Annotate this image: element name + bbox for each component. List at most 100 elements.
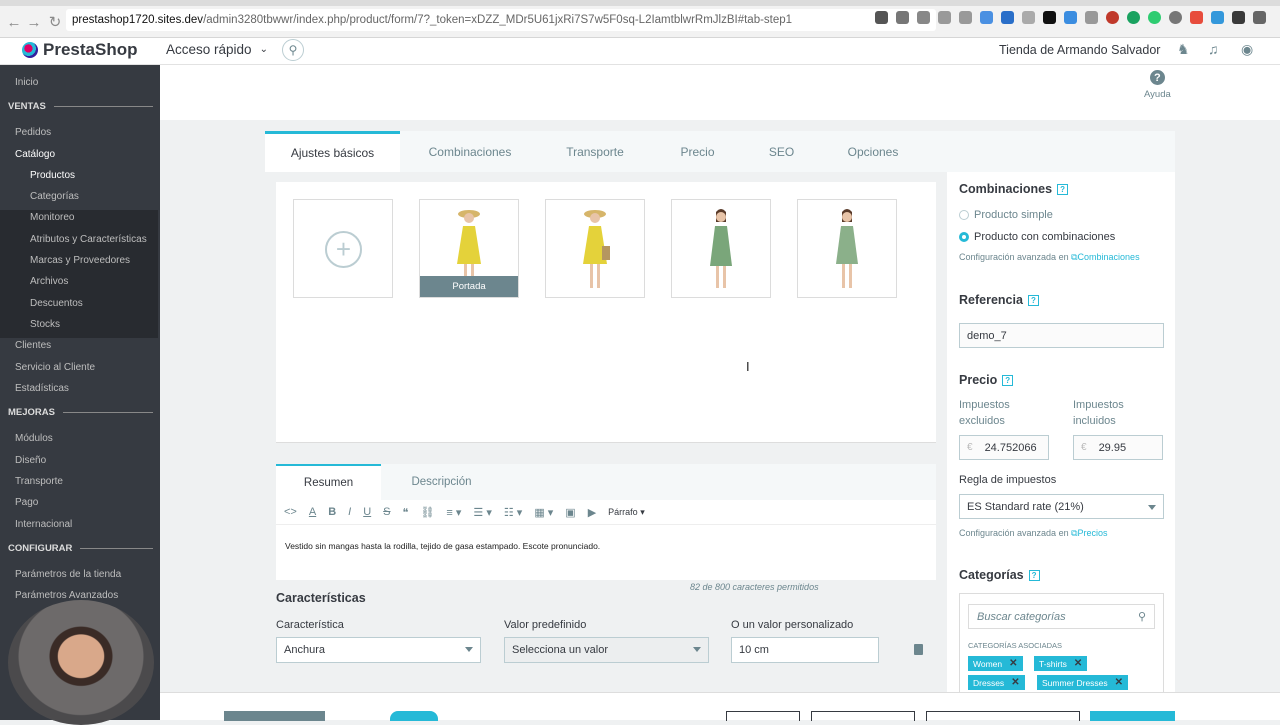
cast-icon[interactable] xyxy=(938,11,951,24)
extension-icon[interactable] xyxy=(1085,11,1098,24)
tab-options[interactable]: Opciones xyxy=(818,131,928,172)
category-chip[interactable]: T-shirts ✕ xyxy=(1034,656,1088,671)
extension-icon[interactable] xyxy=(959,11,972,24)
code-icon[interactable]: <> xyxy=(284,506,297,518)
tab-shipping[interactable]: Transporte xyxy=(540,131,650,172)
sidebar-item-attributes[interactable]: Atributos y Características xyxy=(30,234,147,245)
eye-icon[interactable] xyxy=(1043,11,1056,24)
tab-description[interactable]: Descripción xyxy=(389,464,494,500)
help-icon[interactable]: ? xyxy=(1027,294,1039,306)
orders-icon[interactable]: ♞ xyxy=(1177,41,1190,58)
tax-rule-select[interactable]: ES Standard rate (21%) xyxy=(959,494,1164,519)
sidebar-item-orders[interactable]: Pedidos xyxy=(15,127,51,138)
align-icon[interactable]: ≡ ▾ xyxy=(446,506,461,519)
sidebar-item-shipping[interactable]: Transporte xyxy=(15,476,63,487)
sidebar-item-customer-service[interactable]: Servicio al Cliente xyxy=(15,362,95,373)
paragraph-format-select[interactable]: Párrafo ▾ xyxy=(608,507,645,518)
back-icon[interactable]: ← xyxy=(3,11,25,33)
radio-with-combinations[interactable]: Producto con combinaciones xyxy=(959,231,1115,243)
quick-access-menu[interactable]: Acceso rápido ⌄ xyxy=(166,42,268,57)
bullet-list-icon[interactable]: ☰ ▾ xyxy=(473,506,491,519)
price-excl-input[interactable]: €24.752066 xyxy=(959,435,1049,460)
sidebar-item-products[interactable]: Productos xyxy=(30,170,75,181)
combinations-link[interactable]: Combinaciones xyxy=(1078,252,1140,262)
trash-icon[interactable] xyxy=(914,644,923,655)
quote-icon[interactable]: ❝ xyxy=(403,506,409,519)
radio-simple-product[interactable]: Producto simple xyxy=(959,209,1053,221)
sidebar-item-files[interactable]: Archivos xyxy=(30,276,68,287)
user-icon[interactable]: ◉ xyxy=(1241,41,1253,58)
sidebar-item-discounts[interactable]: Descuentos xyxy=(30,298,83,309)
extension-icon[interactable] xyxy=(1001,11,1014,24)
bell-icon[interactable]: ♫ xyxy=(1208,41,1219,57)
price-incl-input[interactable]: €29.95 xyxy=(1073,435,1163,460)
underline-icon[interactable]: U xyxy=(363,506,371,518)
image-icon[interactable]: ▣ xyxy=(565,506,575,519)
pin-icon[interactable] xyxy=(896,11,909,24)
sidebar-item-customers[interactable]: Clientes xyxy=(15,340,51,351)
sidebar-item-modules[interactable]: Módulos xyxy=(15,433,53,444)
extension-icon[interactable] xyxy=(1022,11,1035,24)
camera-icon[interactable] xyxy=(875,11,888,24)
extension-icon[interactable] xyxy=(1148,11,1161,24)
bold-icon[interactable]: B xyxy=(328,506,336,518)
sidebar-item-categories[interactable]: Categorías xyxy=(30,191,79,202)
reference-input[interactable]: demo_7 xyxy=(959,323,1164,348)
grammarly-icon[interactable] xyxy=(1127,11,1140,24)
custom-value-input[interactable]: 10 cm xyxy=(731,637,879,663)
media-icon[interactable]: ▶ xyxy=(588,506,596,519)
italic-icon[interactable]: I xyxy=(348,506,351,518)
category-chip[interactable]: Summer Dresses ✕ xyxy=(1037,675,1129,690)
product-image[interactable] xyxy=(671,199,771,298)
reload-icon[interactable]: ↻ xyxy=(44,11,66,33)
menu-icon[interactable] xyxy=(1253,11,1266,24)
search-icon[interactable]: ⚲ xyxy=(282,39,304,61)
help-button[interactable]: ? Ayuda xyxy=(1144,70,1171,100)
strikethrough-icon[interactable]: S xyxy=(383,506,390,518)
sidebar-item-shop-params[interactable]: Parámetros de la tienda xyxy=(15,569,121,580)
tab-basic-settings[interactable]: Ajustes básicos xyxy=(265,131,400,172)
close-icon[interactable]: ✕ xyxy=(1009,658,1017,669)
sidebar-item-brands[interactable]: Marcas y Proveedores xyxy=(30,255,130,266)
sidebar-item-stocks[interactable]: Stocks xyxy=(30,319,60,330)
help-icon[interactable]: ? xyxy=(1057,183,1069,195)
sidebar-item-payment[interactable]: Pago xyxy=(15,497,38,508)
product-image[interactable] xyxy=(797,199,897,298)
help-icon[interactable]: ? xyxy=(1028,569,1040,581)
link-icon[interactable]: ⛓ xyxy=(420,506,434,519)
add-image-button[interactable]: + xyxy=(293,199,393,298)
sidebar-item-international[interactable]: Internacional xyxy=(15,519,72,530)
tab-price[interactable]: Precio xyxy=(650,131,745,172)
summary-editor-text[interactable]: Vestido sin mangas hasta la rodilla, tej… xyxy=(285,541,600,551)
product-image[interactable] xyxy=(545,199,645,298)
extension-icon[interactable] xyxy=(980,11,993,24)
close-icon[interactable]: ✕ xyxy=(1011,677,1019,688)
prices-link[interactable]: Precios xyxy=(1078,528,1108,538)
feature-select[interactable]: Anchura xyxy=(276,637,481,663)
category-chip[interactable]: Dresses ✕ xyxy=(968,675,1025,690)
category-chip[interactable]: Women ✕ xyxy=(968,656,1023,671)
close-icon[interactable]: ✕ xyxy=(1115,677,1123,688)
extension-icon[interactable] xyxy=(1190,11,1203,24)
sidebar-item-design[interactable]: Diseño xyxy=(15,455,46,466)
extension-icon[interactable] xyxy=(1169,11,1182,24)
extension-icon[interactable] xyxy=(1232,11,1245,24)
text-color-icon[interactable]: A xyxy=(309,506,316,518)
shop-name[interactable]: Tienda de Armando Salvador xyxy=(999,43,1160,57)
adblock-icon[interactable] xyxy=(1106,11,1119,24)
sidebar-item-home[interactable]: Inicio xyxy=(15,77,38,88)
tab-summary[interactable]: Resumen xyxy=(276,464,381,500)
help-icon[interactable]: ? xyxy=(1002,374,1014,386)
close-icon[interactable]: ✕ xyxy=(1074,658,1082,669)
predefined-value-select[interactable]: Selecciona un valor xyxy=(504,637,709,663)
extension-icon[interactable] xyxy=(1211,11,1224,24)
table-icon[interactable]: ▦ ▾ xyxy=(534,506,553,519)
prestashop-logo[interactable]: PrestaShop xyxy=(22,40,137,60)
forward-icon[interactable]: → xyxy=(23,11,45,33)
tab-seo[interactable]: SEO xyxy=(745,131,818,172)
address-bar[interactable]: prestashop1720.sites.dev/admin3280tbwwr/… xyxy=(66,9,936,31)
tab-combinations[interactable]: Combinaciones xyxy=(400,131,540,172)
sidebar-item-monitoring[interactable]: Monitoreo xyxy=(30,212,74,223)
extension-icon[interactable] xyxy=(1064,11,1077,24)
sidebar-item-catalog[interactable]: Catálogo xyxy=(15,149,55,160)
